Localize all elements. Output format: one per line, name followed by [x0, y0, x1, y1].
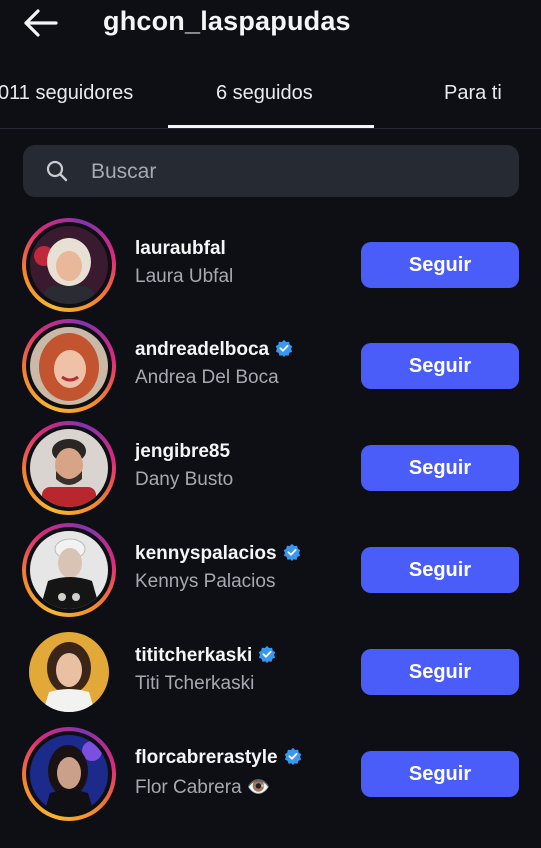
user-fullname: Laura Ubfal	[135, 266, 234, 287]
list-item: tititcherkaski Titi Tcherkaski Seguir	[0, 621, 541, 721]
follow-button[interactable]: Seguir	[361, 242, 519, 288]
list-item: andreadelboca Andrea Del Boca Seguir	[0, 315, 541, 415]
verified-badge-icon	[284, 747, 301, 765]
avatar[interactable]	[22, 523, 116, 617]
profile-username-title: ghcon_laspapudas	[103, 6, 351, 36]
search-icon	[46, 160, 68, 182]
profile-photo-titi	[29, 632, 109, 712]
user-username[interactable]: tititcherkaski	[135, 645, 276, 667]
list-item: kennyspalacios Kennys Palacios Seguir	[0, 519, 541, 619]
tabs-divider	[0, 128, 541, 129]
verified-badge-icon	[275, 339, 293, 357]
follow-button[interactable]: Seguir	[361, 751, 519, 797]
follow-button[interactable]: Seguir	[361, 445, 519, 491]
user-username[interactable]: andreadelboca	[135, 339, 293, 361]
profile-photo-andrea	[30, 327, 108, 405]
avatar[interactable]	[22, 625, 116, 719]
username-text: florcabrerastyle	[135, 747, 278, 768]
back-button[interactable]	[22, 8, 58, 38]
follow-tabs: 011 seguidores 6 seguidos Para ti	[0, 70, 541, 128]
search-bar[interactable]	[23, 145, 519, 199]
username-text: andreadelboca	[135, 339, 270, 360]
search-input[interactable]	[89, 145, 503, 199]
verified-badge-icon	[283, 543, 300, 561]
tab-following[interactable]: 6 seguidos	[216, 82, 313, 105]
tab-followers[interactable]: 011 seguidores	[0, 82, 133, 105]
top-bar: ghcon_laspapudas	[0, 0, 541, 50]
profile-photo-laura	[30, 226, 108, 304]
list-item: jengibre85 Dany Busto Seguir	[0, 417, 541, 517]
avatar[interactable]	[22, 319, 116, 413]
verified-badge-icon	[258, 645, 276, 663]
profile-photo-dany	[30, 429, 108, 507]
user-fullname: Flor Cabrera 👁️	[135, 777, 271, 798]
follow-button[interactable]: Seguir	[361, 343, 519, 389]
profile-photo-flor	[30, 735, 108, 813]
user-username[interactable]: florcabrerastyle	[135, 747, 302, 769]
avatar[interactable]	[22, 218, 116, 312]
list-item: florcabrerastyle Flor Cabrera 👁️ Seguir	[0, 723, 541, 823]
tab-for-you[interactable]: Para ti	[444, 82, 502, 105]
user-fullname: Titi Tcherkaski	[135, 673, 255, 694]
user-username[interactable]: lauraubfal	[135, 238, 226, 260]
user-username[interactable]: kennyspalacios	[135, 543, 301, 565]
username-text: jengibre85	[135, 441, 231, 462]
user-username[interactable]: jengibre85	[135, 441, 230, 463]
user-fullname: Kennys Palacios	[135, 571, 276, 592]
avatar[interactable]	[22, 421, 116, 515]
follow-button[interactable]: Seguir	[361, 547, 519, 593]
arrow-left-icon	[24, 9, 58, 37]
username-text: kennyspalacios	[135, 543, 277, 564]
avatar[interactable]	[22, 727, 116, 821]
follow-button[interactable]: Seguir	[361, 649, 519, 695]
profile-photo-kennys	[30, 531, 108, 609]
user-fullname: Andrea Del Boca	[135, 367, 279, 388]
username-text: tititcherkaski	[135, 645, 253, 666]
user-fullname: Dany Busto	[135, 469, 234, 490]
list-item: lauraubfal Laura Ubfal Seguir	[0, 214, 541, 314]
username-text: lauraubfal	[135, 238, 226, 259]
